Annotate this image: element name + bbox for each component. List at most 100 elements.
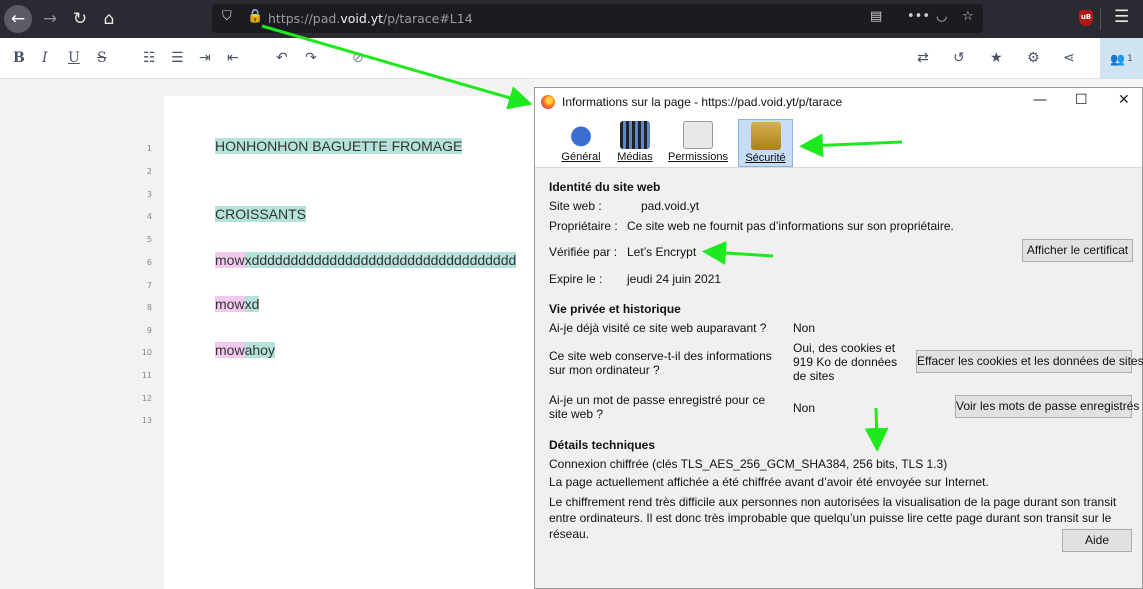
editor-line[interactable]: mowxd bbox=[215, 293, 260, 315]
site-label: Site web : bbox=[549, 199, 602, 213]
dialog-titlebar: Informations sur la page - https://pad.v… bbox=[535, 88, 1142, 116]
menu-button[interactable]: ☰ bbox=[1114, 7, 1129, 27]
shield-icon[interactable]: ⛉ bbox=[222, 9, 232, 24]
line-number: 6 bbox=[146, 258, 152, 267]
reader-view-icon[interactable]: ▤ bbox=[870, 9, 882, 24]
tab-security[interactable]: Sécurité bbox=[738, 119, 793, 167]
tab-label: Général bbox=[561, 151, 601, 163]
info-icon bbox=[566, 121, 596, 149]
redo-icon[interactable]: ↷ bbox=[305, 50, 317, 66]
tab-label: Médias bbox=[617, 151, 653, 163]
forward-button[interactable]: → bbox=[36, 5, 64, 33]
identity-heading: Identité du site web bbox=[549, 180, 661, 194]
tab-general[interactable]: Général bbox=[559, 119, 603, 167]
line-number: 3 bbox=[146, 190, 152, 199]
author-text: CROISSANTS bbox=[215, 206, 307, 222]
author-text: xd bbox=[244, 296, 260, 312]
line-number: 4 bbox=[146, 212, 152, 221]
author-text: ahoy bbox=[244, 342, 275, 358]
star-icon[interactable]: ☆ bbox=[962, 9, 974, 24]
editor-line[interactable]: mowahoy bbox=[215, 339, 275, 361]
expires-label: Expire le : bbox=[549, 272, 603, 286]
maximize-button[interactable]: ☐ bbox=[1075, 92, 1088, 108]
bold-button[interactable]: B bbox=[13, 50, 25, 66]
users-button[interactable]: 👥 1 bbox=[1100, 38, 1143, 79]
more-actions-icon[interactable]: ••• bbox=[907, 9, 930, 24]
arrow-left-icon: ← bbox=[10, 9, 26, 29]
import-export-icon[interactable]: ⇄ bbox=[917, 50, 929, 66]
expires-value: jeudi 24 juin 2021 bbox=[627, 272, 722, 286]
password-answer: Non bbox=[793, 401, 816, 415]
reload-icon: ↻ bbox=[72, 9, 88, 29]
ordered-list-icon[interactable]: ☷ bbox=[143, 50, 156, 66]
line-number: 1 bbox=[146, 144, 152, 153]
author-text: xdddddddddddddddddddddddddddddddddd bbox=[244, 252, 517, 268]
line-number: 7 bbox=[146, 281, 152, 290]
home-icon: ⌂ bbox=[103, 9, 115, 29]
indent-icon[interactable]: ⇥ bbox=[199, 50, 211, 66]
author-text: mow bbox=[215, 252, 245, 268]
film-icon bbox=[620, 121, 650, 149]
line-number: 11 bbox=[141, 371, 152, 380]
back-button[interactable]: ← bbox=[4, 5, 32, 33]
minimize-button[interactable]: — bbox=[1033, 92, 1047, 108]
verified-value: Let’s Encrypt bbox=[627, 245, 697, 259]
home-button[interactable]: ⌂ bbox=[95, 5, 123, 33]
close-button[interactable]: ✕ bbox=[1118, 92, 1130, 108]
technical-heading: Détails techniques bbox=[549, 438, 656, 452]
tab-media[interactable]: Médias bbox=[615, 119, 655, 167]
site-value: pad.void.yt bbox=[641, 199, 700, 213]
view-certificate-button[interactable]: Afficher le certificat bbox=[1022, 239, 1133, 262]
strikethrough-button[interactable]: S bbox=[97, 50, 107, 66]
dialog-title: Informations sur la page - https://pad.v… bbox=[562, 95, 843, 109]
editor-line[interactable]: HONHONHON BAGUETTE FROMAGE bbox=[215, 135, 463, 157]
undo-icon[interactable]: ↶ bbox=[276, 50, 288, 66]
unordered-list-icon[interactable]: ☰ bbox=[171, 50, 184, 66]
visited-answer: Non bbox=[793, 321, 816, 335]
toolbar-separator bbox=[1100, 8, 1101, 30]
permissions-icon bbox=[683, 121, 713, 149]
arrow-right-icon: → bbox=[42, 9, 58, 29]
tab-permissions[interactable]: Permissions bbox=[667, 119, 729, 167]
author-text: mow bbox=[215, 342, 245, 358]
underline-button[interactable]: U bbox=[68, 50, 80, 66]
visited-question: Ai-je déjà visité ce site web auparavant… bbox=[549, 321, 767, 335]
url-text[interactable]: https://pad.void.yt/p/tarace#L14 bbox=[268, 11, 473, 26]
line-number: 10 bbox=[141, 348, 152, 357]
editor-line[interactable]: CROISSANTS bbox=[215, 203, 307, 225]
storage-answer: Oui, des cookies et 919 Ko de données de… bbox=[793, 341, 898, 383]
tab-label: Sécurité bbox=[745, 152, 786, 164]
encryption-explanation: Le chiffrement rend très difficile aux p… bbox=[549, 495, 1117, 541]
pocket-icon[interactable]: ◡ bbox=[936, 9, 947, 24]
line-number: 8 bbox=[146, 303, 152, 312]
clear-cookies-button[interactable]: Effacer les cookies et les données de si… bbox=[916, 350, 1143, 373]
star-icon[interactable]: ★ bbox=[990, 50, 1003, 66]
browser-toolbar: ← → ↻ ⌂ ⛉ 🔒 https://pad.void.yt/p/tarace… bbox=[0, 0, 1143, 38]
ublock-icon[interactable]: uB bbox=[1079, 10, 1093, 26]
line-number: 9 bbox=[146, 326, 152, 335]
timeslider-icon[interactable]: ↺ bbox=[953, 50, 965, 66]
italic-button[interactable]: I bbox=[42, 50, 48, 66]
reload-button[interactable]: ↻ bbox=[66, 5, 94, 33]
lock-icon[interactable]: 🔒 bbox=[247, 9, 263, 24]
page-info-dialog: Informations sur la page - https://pad.v… bbox=[534, 87, 1143, 589]
author-text: HONHONHON BAGUETTE FROMAGE bbox=[215, 138, 463, 154]
line-number: 5 bbox=[146, 235, 152, 244]
line-number: 13 bbox=[141, 416, 152, 425]
hamburger-icon: ☰ bbox=[1114, 7, 1130, 27]
users-icon: 👥 bbox=[1110, 51, 1126, 66]
privacy-heading: Vie privée et historique bbox=[549, 302, 681, 316]
editor-line[interactable]: mowxdddddddddddddddddddddddddddddddddd bbox=[215, 249, 517, 271]
url-bar[interactable]: ⛉ 🔒 https://pad.void.yt/p/tarace#L14 ▤ •… bbox=[212, 4, 983, 33]
share-icon[interactable]: ⋖ bbox=[1063, 50, 1075, 66]
verified-label: Vérifiée par : bbox=[549, 245, 618, 259]
outdent-icon[interactable]: ⇤ bbox=[227, 50, 239, 66]
view-passwords-button[interactable]: Voir les mots de passe enregistrés bbox=[955, 395, 1139, 418]
storage-question: Ce site web conserve-t-il des informatio… bbox=[549, 349, 772, 377]
pad-toolbar: B I U S ☷ ☰ ⇥ ⇤ ↶ ↷ ⊘ ⇄ ↺ ★ ⚙ ⋖ 👥 1 bbox=[0, 38, 1143, 79]
hide-authorship-icon[interactable]: ⊘ bbox=[352, 50, 364, 66]
help-button[interactable]: Aide bbox=[1062, 529, 1132, 552]
encryption-note: La page actuellement affichée a été chif… bbox=[549, 475, 989, 489]
settings-gear-icon[interactable]: ⚙ bbox=[1027, 50, 1040, 66]
tab-label: Permissions bbox=[668, 151, 728, 163]
